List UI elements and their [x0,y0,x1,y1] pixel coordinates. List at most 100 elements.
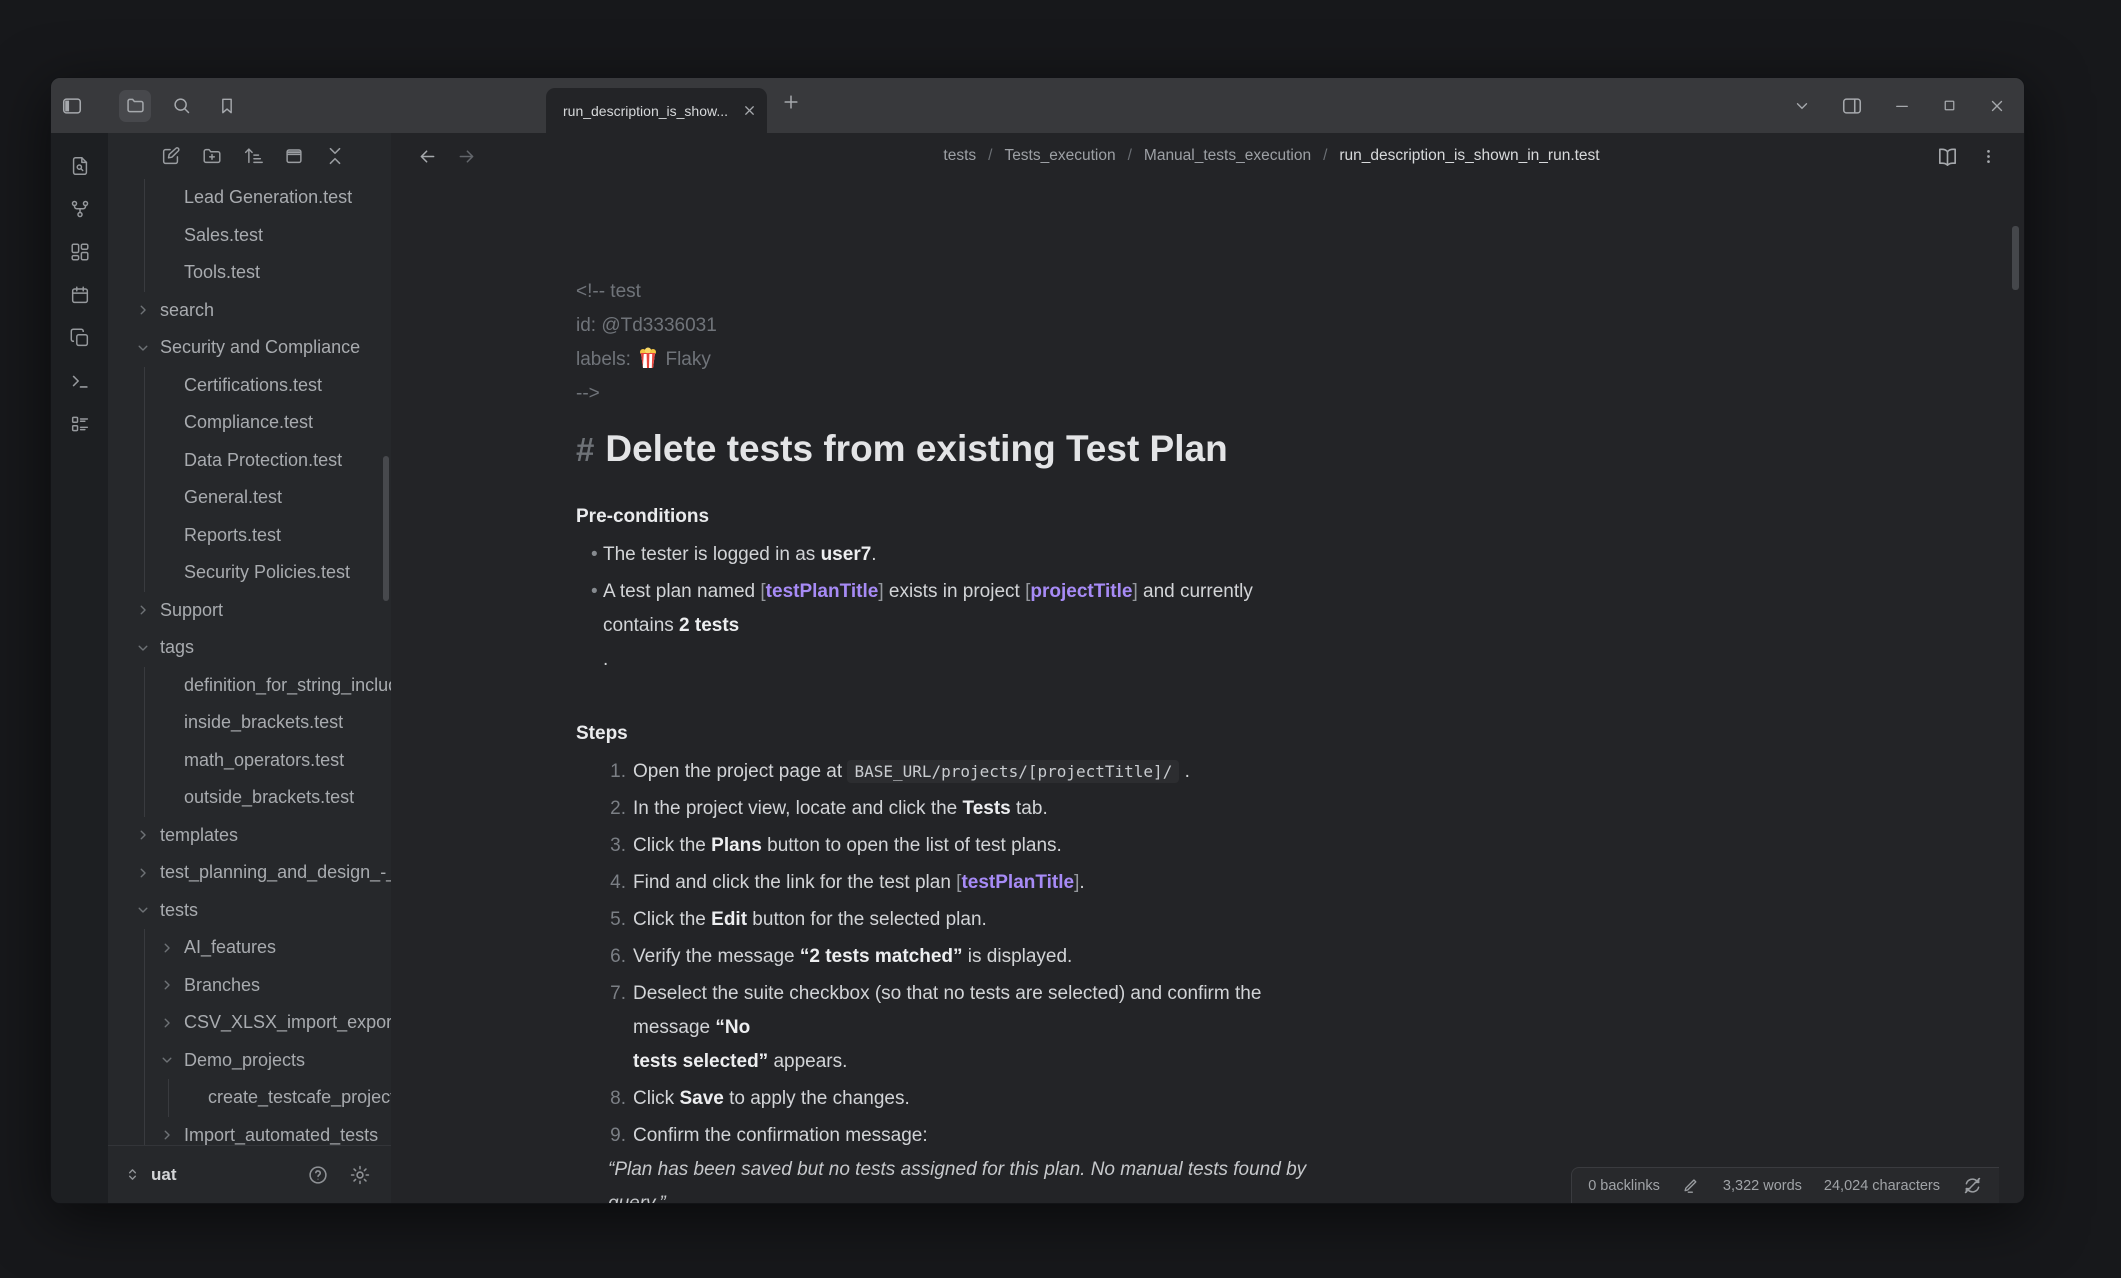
chevron-right-icon[interactable] [136,603,160,617]
search-tab[interactable] [165,90,197,122]
outline-list-icon[interactable] [69,413,91,435]
tab-close-icon[interactable] [742,103,757,118]
tree-item-label: CSV_XLSX_import_export [184,1012,391,1033]
tree-folder[interactable]: CSV_XLSX_import_export [108,1004,391,1042]
maximize-icon[interactable] [1941,97,1958,114]
chevron-right-icon[interactable] [136,303,160,317]
tree-item-label: Support [160,600,223,621]
tree-folder[interactable]: templates [108,817,391,855]
terminal-icon[interactable] [69,370,91,392]
tab-list-icon[interactable] [1793,97,1811,115]
graph-view-icon[interactable] [69,198,91,220]
back-arrow-icon[interactable] [417,146,438,167]
chevron-right-icon[interactable] [160,1128,184,1142]
tree-file[interactable]: math_operators.test [108,742,391,780]
collapse-all-icon[interactable] [324,145,346,167]
tree-item-label: Data Protection.test [184,450,342,471]
backlinks-count[interactable]: 0 backlinks [1588,1178,1660,1194]
chevron-right-icon[interactable] [160,1016,184,1030]
tree-folder[interactable]: AI_features [108,929,391,967]
vault-switcher[interactable]: uat [108,1145,391,1203]
editor-scrollbar[interactable] [2012,226,2019,290]
left-sidebar-toggle-icon[interactable] [61,95,83,117]
doc-line: --> [576,377,1326,411]
templates-icon[interactable] [69,327,91,349]
chevron-down-icon[interactable] [136,641,160,655]
tree-file[interactable]: create_testcafe_project.test [108,1079,391,1117]
tab-active[interactable]: run_description_is_show... [546,88,767,133]
sidebar-scrollbar[interactable] [383,456,389,601]
tree-folder[interactable]: Demo_projects [108,1042,391,1080]
status-bar: 0 backlinks 3,322 words 24,024 character… [1571,1167,1999,1203]
tree-folder[interactable]: tests [108,892,391,930]
tree-file[interactable]: Data Protection.test [108,442,391,480]
tree-folder[interactable]: Support [108,592,391,630]
new-folder-icon[interactable] [201,145,223,167]
sort-order-icon[interactable] [242,145,264,167]
tree-folder[interactable]: Security and Compliance [108,329,391,367]
text-segment: . [1079,872,1084,893]
right-sidebar-toggle-icon[interactable] [1841,95,1863,117]
chevron-right-icon[interactable] [136,866,160,880]
explorer-actions [108,133,391,179]
chevron-right-icon[interactable] [160,978,184,992]
forward-arrow-icon[interactable] [456,146,477,167]
tree-file[interactable]: General.test [108,479,391,517]
list-item: 4.Find and click the link for the test p… [576,866,1326,900]
tree-file[interactable]: Reports.test [108,517,391,555]
tree-item-label: Security Policies.test [184,562,350,583]
doc-line: id: @Td3336031 [576,309,1326,343]
character-count: 24,024 characters [1824,1178,1940,1194]
doc-section: Pre-conditions•The tester is logged in a… [576,500,1326,677]
minimize-icon[interactable] [1893,97,1911,115]
breadcrumb-segment[interactable]: Tests_execution [1004,147,1115,165]
tree-file[interactable]: definition_for_string_include_tag.... [108,667,391,705]
sync-disabled-icon[interactable] [1962,1175,1983,1196]
help-icon[interactable] [307,1164,329,1186]
tree-folder[interactable]: Import_automated_tests [108,1117,391,1147]
chevron-right-icon[interactable] [160,941,184,955]
auto-reveal-icon[interactable] [283,145,305,167]
list-item: •A test plan named [testPlanTitle] exist… [576,575,1326,677]
doc-line: In the project view, locate and click th… [633,792,1326,826]
breadcrumb-segment[interactable]: Manual_tests_execution [1144,147,1311,165]
vault-switch-icon [124,1166,141,1183]
list-item: 3.Click the Plans button to open the lis… [576,829,1326,863]
canvas-icon[interactable] [69,241,91,263]
text-segment: “2 tests matched” [800,946,963,967]
bookmarks-tab[interactable] [211,90,243,122]
file-search-icon[interactable] [69,155,91,177]
indent-guide [144,367,145,405]
doc-line: “Plan has been saved but no tests assign… [608,1153,1326,1203]
tree-file[interactable]: Sales.test [108,217,391,255]
number-marker: 5. [576,903,626,937]
edit-mode-pencil-icon[interactable] [1682,1176,1701,1195]
breadcrumb-segment[interactable]: tests [943,147,976,165]
tree-folder[interactable]: test_planning_and_design_-_test_tree [108,854,391,892]
tree-folder[interactable]: search [108,292,391,330]
tree-file[interactable]: Lead Generation.test [108,179,391,217]
text-segment: Verify the message [633,946,800,967]
bullet-marker: • [591,575,603,677]
close-icon[interactable] [1988,97,2006,115]
tree-file[interactable]: Certifications.test [108,367,391,405]
breadcrumb-segment[interactable]: run_description_is_shown_in_run.test [1339,147,1599,165]
tree-folder[interactable]: Branches [108,967,391,1005]
tree-folder[interactable]: tags [108,629,391,667]
tree-file[interactable]: Tools.test [108,254,391,292]
tree-file[interactable]: outside_brackets.test [108,779,391,817]
files-tab[interactable] [119,90,151,122]
chevron-down-icon[interactable] [136,903,160,917]
more-options-icon[interactable] [1979,147,1998,166]
calendar-icon[interactable] [69,284,91,306]
tree-file[interactable]: Security Policies.test [108,554,391,592]
chevron-down-icon[interactable] [160,1053,184,1067]
chevron-down-icon[interactable] [136,341,160,355]
reading-mode-icon[interactable] [1936,145,1959,168]
new-tab-icon[interactable] [781,92,801,112]
tree-file[interactable]: Compliance.test [108,404,391,442]
tree-file[interactable]: inside_brackets.test [108,704,391,742]
chevron-right-icon[interactable] [136,828,160,842]
new-note-icon[interactable] [160,145,182,167]
settings-gear-icon[interactable] [349,1164,371,1186]
